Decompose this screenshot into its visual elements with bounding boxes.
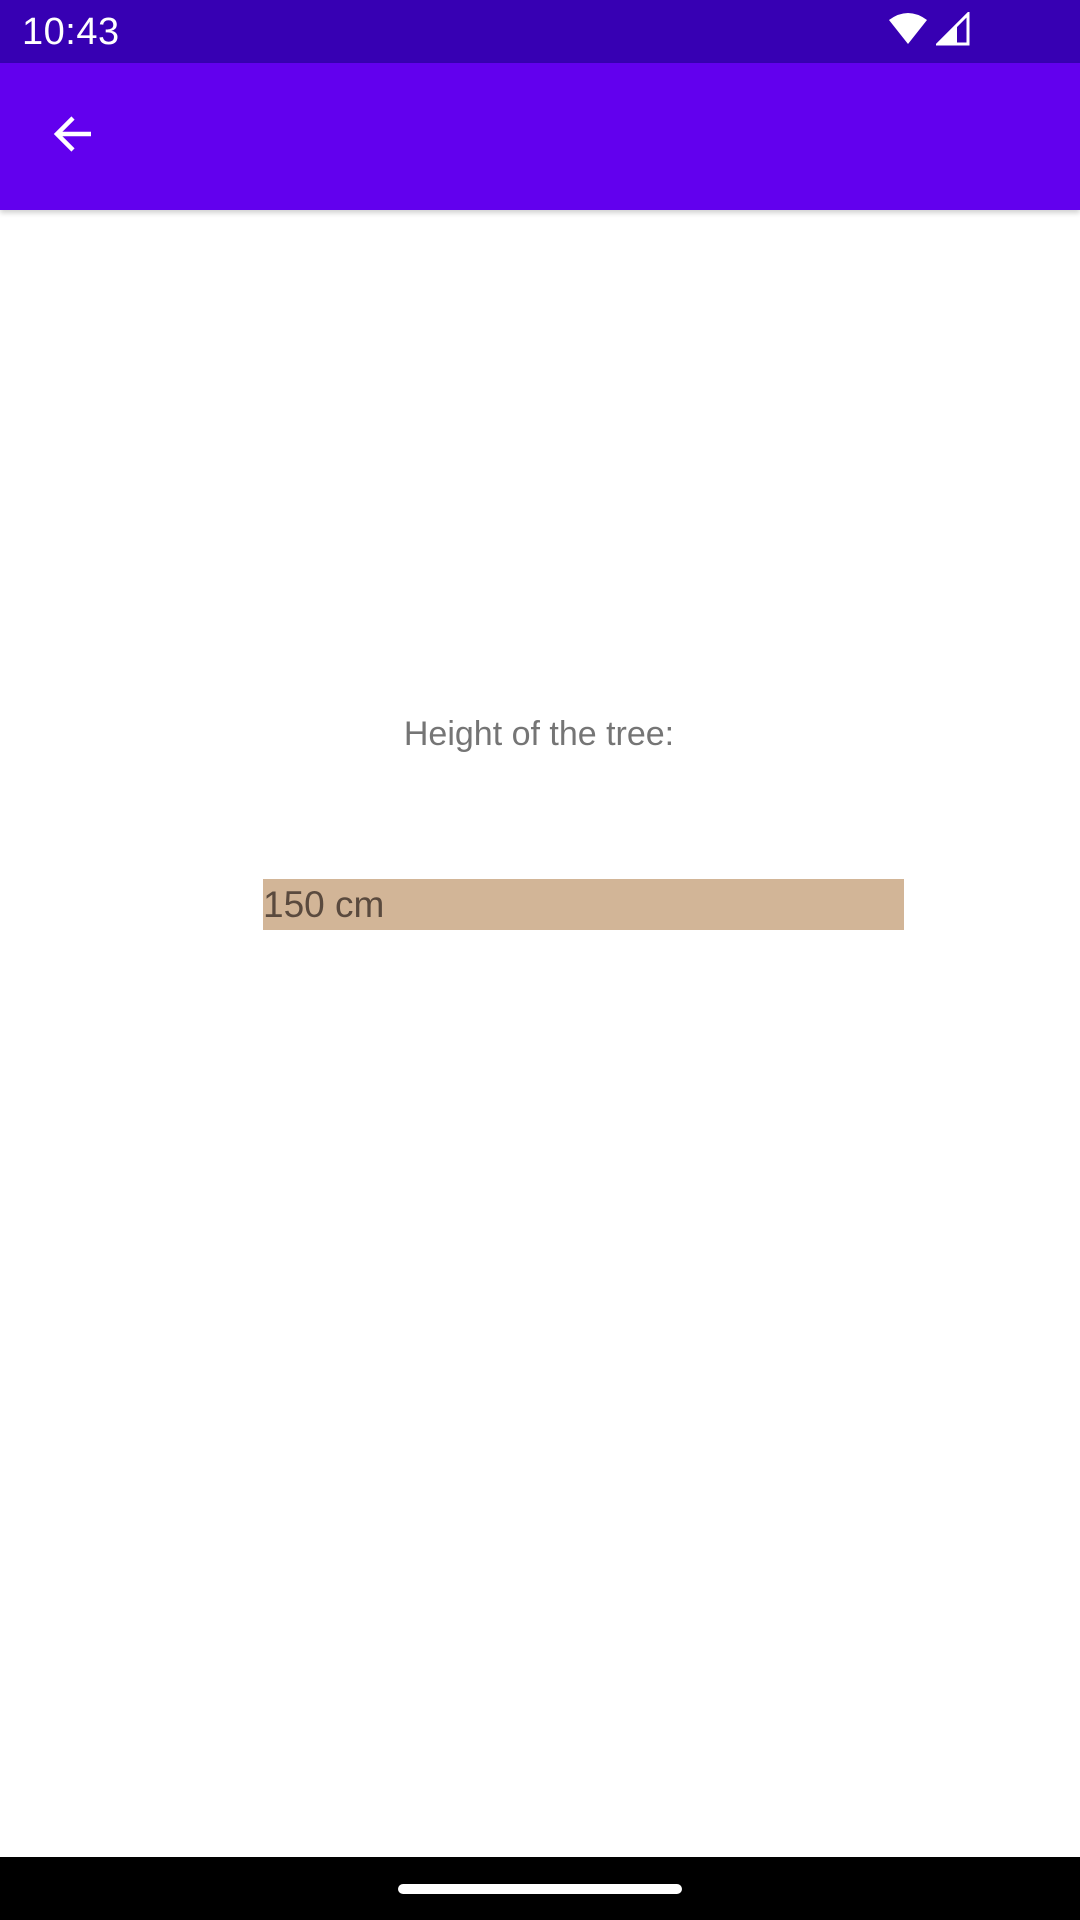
- back-button[interactable]: [30, 93, 116, 179]
- navigation-bar: [0, 1857, 1080, 1920]
- wifi-icon: [888, 12, 928, 51]
- app-bar: [0, 63, 1080, 210]
- arrow-back-icon: [49, 110, 97, 163]
- height-value-field[interactable]: 150 cm: [263, 879, 904, 930]
- height-label: Height of the tree:: [403, 715, 675, 753]
- home-gesture-pill[interactable]: [398, 1884, 682, 1894]
- status-icons: [888, 9, 970, 51]
- status-bar: 10:43: [0, 0, 1080, 63]
- status-time: 10:43: [22, 11, 120, 53]
- cellular-signal-icon: [934, 9, 970, 51]
- screen: 10:43 Height of the tree: 150 cm: [0, 0, 1080, 1920]
- main-content: Height of the tree: 150 cm: [0, 210, 1080, 1857]
